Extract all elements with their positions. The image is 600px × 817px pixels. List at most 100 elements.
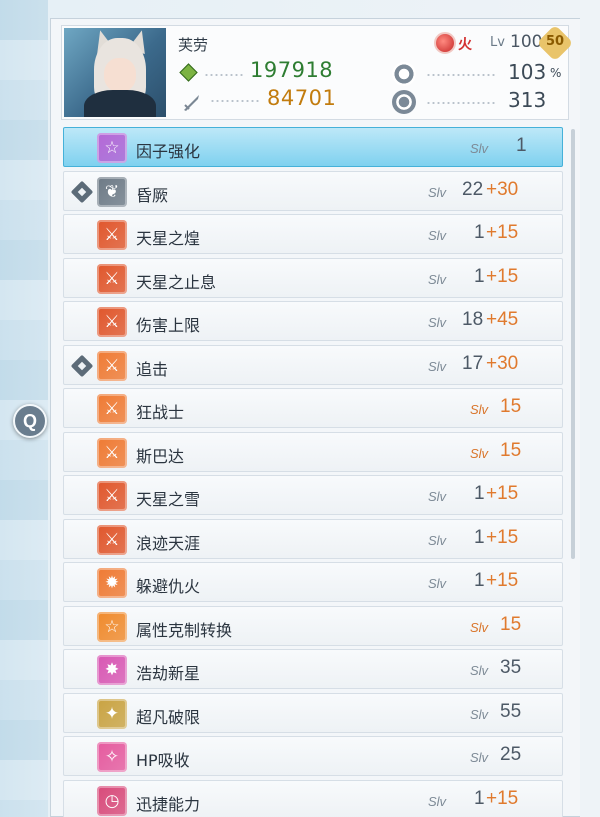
pin-icon[interactable] (70, 180, 94, 203)
skill-name: 浩劫新星 (136, 664, 201, 683)
skill-level-label: Slv (428, 576, 447, 591)
skill-level-value: 17 (462, 352, 484, 374)
skill-row[interactable]: ⚔ 斯巴达 Slv 15 (63, 431, 563, 472)
attack-value: 84701 (267, 86, 337, 110)
skill-row[interactable]: ✹ 躲避仇火 Slv 1 +15 (63, 562, 563, 602)
skill-level-bonus: +15 (486, 265, 519, 287)
skill-name: 天星之雪 (136, 490, 201, 509)
skill-level-label: Slv (428, 793, 447, 809)
speed-dots (426, 102, 496, 104)
skill-level-value: 55 (500, 700, 522, 722)
skill-level-value: 1 (474, 222, 485, 243)
hp-dots (204, 74, 244, 76)
sword-icon: ⚔ (97, 394, 127, 424)
attack-sword-icon (182, 92, 200, 111)
skill-name: 追击 (136, 359, 169, 379)
sword-icon: ⚔ (97, 437, 127, 468)
speed-value: 313 (508, 88, 547, 112)
character-header: 芙劳 火 Lv 100 50 197918 84701 103 % 313 (61, 24, 574, 120)
skill-name: 超凡破限 (136, 707, 201, 727)
skill-row[interactable]: ⚔ 浪迹天涯 Slv 1 +15 (63, 518, 563, 559)
character-portrait[interactable] (64, 28, 166, 117)
skill-row[interactable]: ⚔ 天星之雪 Slv 1 +15 (63, 475, 563, 515)
skill-level-label: Slv (470, 619, 489, 635)
skill-name: 迅捷能力 (136, 794, 201, 814)
skill-level-value: 1 (474, 526, 485, 548)
character-panel: 芙劳 火 Lv 100 50 197918 84701 103 % 313 ☆ 因… (50, 18, 580, 817)
level-value: 100 (510, 32, 543, 52)
skill-level-value: 15 (500, 613, 522, 635)
skill-row[interactable]: ⚔ 天星之煌 Slv 1 +15 (63, 214, 563, 254)
skill-name: 伤害上限 (136, 316, 201, 335)
skill-name: 躲避仇火 (136, 577, 201, 596)
star-icon: ☆ (97, 133, 127, 163)
skill-level-value: 1 (474, 265, 485, 287)
clock-icon: ◷ (97, 785, 127, 816)
level-prefix: Lv (490, 35, 505, 50)
sword-icon: ⚔ (97, 481, 127, 511)
skill-name: 天星之煌 (136, 229, 201, 248)
skill-level-label: Slv (470, 750, 489, 765)
skill-level-label: Slv (470, 445, 489, 461)
sparkle-icon: ✧ (97, 742, 127, 772)
skill-level-bonus: +15 (486, 222, 519, 243)
skill-row[interactable]: ❦ 昏厥 Slv 22 +30 (63, 170, 563, 211)
scrollbar[interactable] (571, 129, 575, 559)
hp-icon (179, 63, 198, 82)
skill-row[interactable]: ☆ 属性克制转换 Slv 15 (63, 605, 563, 646)
skill-row[interactable]: ✸ 浩劫新星 Slv 35 (63, 649, 563, 689)
crit-value: 103 (508, 60, 547, 84)
skill-level-value: 18 (462, 309, 484, 330)
dragon-icon: ❦ (97, 176, 127, 207)
skill-level-label: Slv (428, 315, 447, 330)
skill-row[interactable]: ⚔ 天星之止息 Slv 1 +15 (63, 257, 563, 298)
fire-element-icon (434, 32, 456, 54)
skill-level-label: Slv (470, 706, 489, 722)
skill-name: 昏厥 (136, 185, 169, 205)
skill-name: HP吸收 (136, 751, 190, 770)
skill-level-value: 1 (474, 787, 485, 809)
side-q-button[interactable]: Q (13, 404, 47, 438)
sword-icon: ⚔ (97, 307, 127, 337)
crit-dots (426, 74, 496, 76)
portrait-face (104, 58, 136, 92)
sword-icon: ⚔ (97, 524, 127, 555)
skill-level-bonus: +15 (486, 787, 519, 809)
skill-name: 属性克制转换 (136, 620, 233, 640)
skill-level-value: 15 (500, 396, 522, 417)
skill-level-label: Slv (428, 489, 447, 504)
portrait-body (84, 90, 156, 117)
skill-row[interactable]: ⚔ 狂战士 Slv 15 (63, 388, 563, 428)
sword-icon: ⚔ (97, 350, 127, 381)
skill-name: 浪迹天涯 (136, 533, 201, 553)
skill-level-bonus: +45 (486, 309, 519, 330)
skill-level-label: Slv (470, 663, 489, 678)
skill-row[interactable]: ✦ 超凡破限 Slv 55 (63, 692, 563, 733)
skill-level-label: Slv (428, 184, 447, 200)
skill-level-value: 1 (516, 135, 527, 156)
character-name: 芙劳 (178, 36, 209, 54)
level-badge-value: 50 (545, 34, 565, 49)
skill-level-bonus: +30 (486, 178, 519, 200)
element-label: 火 (458, 37, 472, 53)
crit-icon (392, 62, 416, 86)
skill-row[interactable]: ⚔ 伤害上限 Slv 18 +45 (63, 301, 563, 341)
skill-level-label: Slv (470, 402, 489, 417)
skill-row[interactable]: ☆ 因子强化 Slv 1 (63, 127, 563, 167)
sword-icon: ⚔ (97, 220, 127, 250)
skill-level-label: Slv (428, 228, 447, 243)
skill-level-value: 15 (500, 439, 522, 461)
skill-row[interactable]: ◷ 迅捷能力 Slv 1 +15 (63, 779, 563, 817)
skill-level-value: 1 (474, 570, 485, 591)
skill-level-value: 35 (500, 657, 522, 678)
pin-icon[interactable] (70, 354, 94, 377)
skill-name: 天星之止息 (136, 272, 217, 292)
skill-list: ☆ 因子强化 Slv 1 ❦ 昏厥 Slv 22 +30 ⚔ 天星之煌 Slv 1 +15 ⚔ 天星之止息 Sl… (63, 127, 563, 817)
skill-name: 因子强化 (136, 142, 201, 161)
skill-level-bonus: +15 (486, 526, 519, 548)
skill-level-bonus: +15 (486, 570, 519, 591)
skill-level-bonus: +15 (486, 483, 519, 504)
skill-level-label: Slv (428, 271, 447, 287)
skill-row[interactable]: ⚔ 追击 Slv 17 +30 (63, 344, 563, 385)
skill-row[interactable]: ✧ HP吸收 Slv 25 (63, 736, 563, 776)
